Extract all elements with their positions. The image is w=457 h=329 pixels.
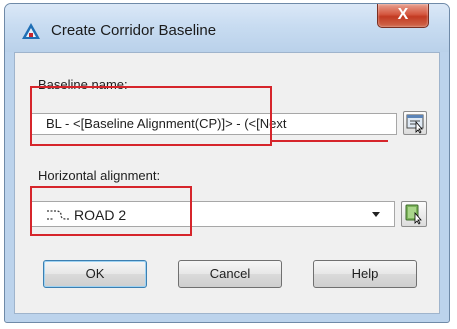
alignment-icon: [46, 208, 70, 220]
autocad-civil3d-icon: [21, 22, 41, 40]
chevron-down-icon[interactable]: [372, 212, 380, 217]
horizontal-alignment-label: Horizontal alignment:: [38, 168, 161, 183]
dialog-title: Create Corridor Baseline: [51, 22, 217, 39]
baseline-name-pick-button[interactable]: [403, 111, 427, 135]
ok-button[interactable]: OK: [43, 260, 147, 288]
baseline-name-label: Baseline name:: [38, 77, 128, 92]
cancel-button[interactable]: Cancel: [178, 260, 282, 288]
horizontal-alignment-select[interactable]: ROAD 2: [31, 201, 395, 227]
close-icon: X: [397, 6, 409, 23]
horizontal-alignment-value: ROAD 2: [74, 207, 127, 223]
title-bar[interactable]: Create Corridor Baseline X: [5, 4, 449, 52]
dialog-content: Baseline name: BL - <[Baseline Alignment…: [14, 52, 440, 314]
help-button[interactable]: Help: [313, 260, 417, 288]
close-button[interactable]: X: [377, 4, 429, 28]
alignment-pick-button[interactable]: [401, 201, 427, 227]
baseline-name-input[interactable]: BL - <[Baseline Alignment(CP)]> - (<[Nex…: [31, 113, 397, 135]
baseline-name-value: BL - <[Baseline Alignment(CP)]> - (<[Nex…: [46, 116, 287, 131]
create-corridor-baseline-dialog: Create Corridor Baseline X Baseline name…: [4, 3, 450, 323]
